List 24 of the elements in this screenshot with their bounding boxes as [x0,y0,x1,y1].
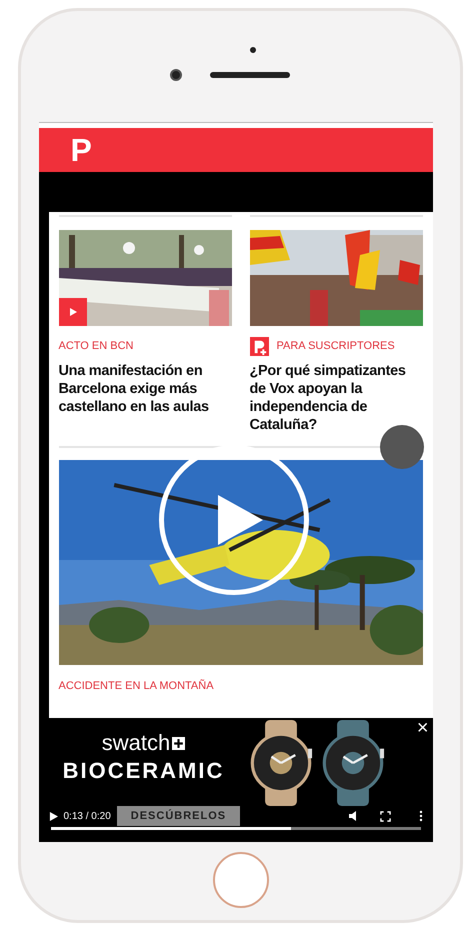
speaker-icon [210,72,290,78]
play-badge-icon[interactable] [58,298,86,326]
play-icon[interactable] [48,812,58,820]
watch-icon [320,720,384,806]
section-tag[interactable]: ACTO EN BCN [58,338,134,354]
ad-brand: swatch [102,732,170,754]
close-button[interactable]: × [416,718,428,738]
fullscreen-icon[interactable] [380,810,390,822]
video-time: 0:13 / 0:20 [64,810,111,824]
ad-title: BIOCERAMIC [62,760,224,782]
plus-icon [172,736,186,750]
sensor-icon [250,47,256,53]
cta-button[interactable]: DESCÚBRELOS [116,806,240,826]
more-icon[interactable] [418,810,422,822]
section-tag[interactable]: ACCIDENTE EN LA MONTAÑA [58,678,422,694]
section-tag[interactable]: PARA SUSCRIPTORES [276,338,395,354]
subscriber-icon [250,336,268,356]
site-logo[interactable]: P [70,134,92,166]
progress-track[interactable] [50,827,420,830]
watch-icon [248,720,312,806]
play-overlay-icon[interactable] [158,445,308,595]
headline[interactable]: Una manifestación en Barcelona exige más castellano en las aulas [58,362,232,416]
camera-icon [170,69,182,81]
headline[interactable]: ¿Por qué simpatizantes de Vox apoyan la independencia de Cataluña? [250,362,422,434]
